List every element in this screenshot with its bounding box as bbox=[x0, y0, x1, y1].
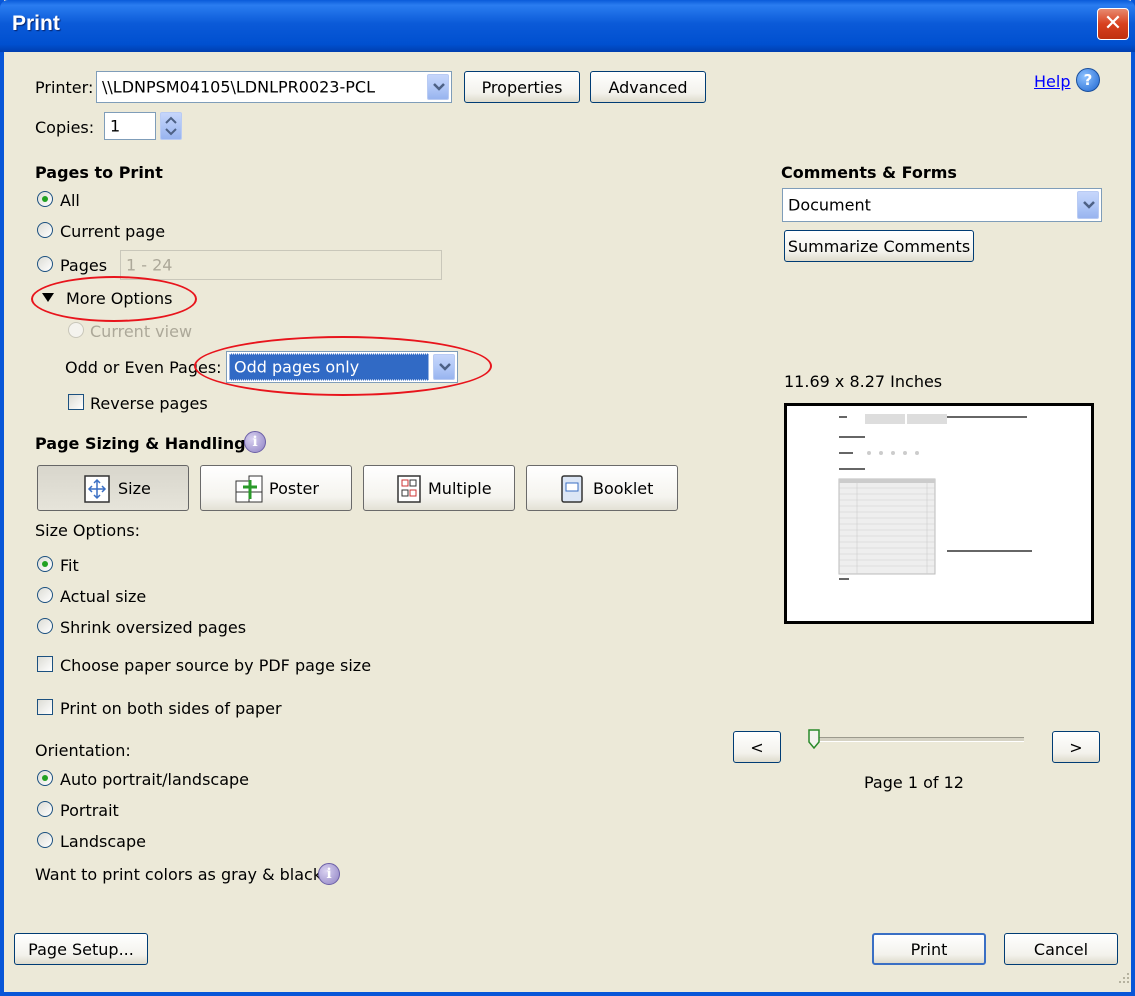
radio-actual-size-label[interactable]: Actual size bbox=[60, 587, 146, 606]
cancel-label: Cancel bbox=[1033, 939, 1089, 959]
radio-current-page[interactable] bbox=[37, 222, 53, 238]
reverse-pages-label[interactable]: Reverse pages bbox=[90, 394, 208, 413]
summarize-comments-button[interactable]: Summarize Comments bbox=[784, 230, 974, 262]
radio-shrink[interactable] bbox=[37, 618, 53, 634]
help-icon[interactable]: ? bbox=[1076, 68, 1100, 92]
sizing-heading: Page Sizing & Handling bbox=[35, 434, 246, 453]
radio-all[interactable] bbox=[37, 191, 53, 207]
close-button[interactable]: ✕ bbox=[1097, 8, 1129, 40]
pages-range-value: 1 - 24 bbox=[126, 255, 173, 275]
multiple-button[interactable]: Multiple bbox=[363, 465, 515, 511]
advanced-button[interactable]: Advanced bbox=[590, 71, 706, 103]
booklet-label: Booklet bbox=[593, 479, 654, 498]
orientation-label: Orientation: bbox=[35, 741, 131, 760]
chevron-down-icon[interactable] bbox=[427, 74, 449, 100]
properties-button[interactable]: Properties bbox=[464, 71, 580, 103]
radio-current-view[interactable] bbox=[68, 322, 84, 338]
properties-label: Properties bbox=[481, 77, 563, 97]
info-icon[interactable]: i bbox=[244, 431, 266, 453]
multiple-label: Multiple bbox=[428, 479, 492, 498]
page-setup-button[interactable]: Page Setup... bbox=[14, 933, 148, 965]
print-label: Print bbox=[910, 939, 948, 959]
gray-question: Want to print colors as gray & black? bbox=[35, 865, 331, 884]
size-options-label: Size Options: bbox=[35, 521, 141, 540]
radio-auto-orientation[interactable] bbox=[37, 770, 53, 786]
cancel-button[interactable]: Cancel bbox=[1004, 933, 1118, 965]
page-setup-label: Page Setup... bbox=[28, 939, 134, 959]
reverse-pages-checkbox[interactable] bbox=[68, 394, 84, 410]
window-title: Print bbox=[12, 12, 60, 35]
comments-forms-heading: Comments & Forms bbox=[781, 163, 957, 182]
copies-stepper[interactable] bbox=[160, 112, 182, 140]
size-icon bbox=[84, 475, 110, 503]
print-button[interactable]: Print bbox=[872, 933, 986, 965]
preview-thumbnail bbox=[838, 414, 1032, 580]
radio-auto-orientation-label[interactable]: Auto portrait/landscape bbox=[60, 770, 249, 789]
info-icon[interactable]: i bbox=[318, 863, 340, 885]
booklet-icon bbox=[561, 475, 583, 503]
comments-forms-value: Document bbox=[788, 195, 871, 215]
comments-forms-select[interactable]: Document bbox=[782, 188, 1102, 222]
poster-label: Poster bbox=[269, 479, 319, 498]
print-dialog: Print ✕ Printer: \\LDNPSM04105\LDNLPR002… bbox=[0, 0, 1135, 996]
radio-actual-size[interactable] bbox=[37, 587, 53, 603]
size-label: Size bbox=[118, 479, 151, 498]
radio-pages[interactable] bbox=[37, 256, 53, 272]
chevron-down-icon[interactable] bbox=[1077, 191, 1099, 219]
pages-range-input[interactable]: 1 - 24 bbox=[120, 250, 442, 280]
page-slider-track[interactable] bbox=[814, 737, 1024, 742]
page-dimensions: 11.69 x 8.27 Inches bbox=[784, 372, 943, 391]
both-sides-checkbox[interactable] bbox=[37, 699, 53, 715]
radio-landscape[interactable] bbox=[37, 832, 53, 848]
choose-paper-checkbox[interactable] bbox=[37, 656, 53, 672]
size-button[interactable]: Size bbox=[37, 465, 189, 511]
radio-current-view-label: Current view bbox=[90, 322, 193, 341]
page-indicator: Page 1 of 12 bbox=[864, 773, 964, 792]
choose-paper-label[interactable]: Choose paper source by PDF page size bbox=[60, 656, 371, 675]
annotation-ellipse-more-options bbox=[31, 276, 197, 322]
title-bar[interactable]: Print ✕ bbox=[0, 0, 1135, 52]
printer-value: \\LDNPSM04105\LDNLPR0023-PCL bbox=[102, 77, 375, 97]
radio-portrait[interactable] bbox=[37, 801, 53, 817]
printer-select[interactable]: \\LDNPSM04105\LDNLPR0023-PCL bbox=[96, 71, 452, 103]
radio-landscape-label[interactable]: Landscape bbox=[60, 832, 146, 851]
multiple-icon bbox=[397, 475, 421, 503]
pages-to-print-heading: Pages to Print bbox=[35, 163, 163, 182]
poster-button[interactable]: Poster bbox=[200, 465, 352, 511]
radio-pages-label[interactable]: Pages bbox=[60, 256, 107, 275]
radio-fit[interactable] bbox=[37, 556, 53, 572]
next-page-label: > bbox=[1069, 737, 1083, 757]
copies-value: 1 bbox=[110, 116, 121, 136]
resize-grip-icon[interactable] bbox=[1114, 970, 1132, 988]
radio-portrait-label[interactable]: Portrait bbox=[60, 801, 119, 820]
page-preview bbox=[784, 403, 1094, 624]
radio-current-page-label[interactable]: Current page bbox=[60, 222, 165, 241]
radio-fit-label[interactable]: Fit bbox=[60, 556, 79, 575]
copies-input[interactable]: 1 bbox=[104, 112, 156, 140]
printer-label: Printer: bbox=[35, 78, 94, 97]
booklet-button[interactable]: Booklet bbox=[526, 465, 678, 511]
copies-label: Copies: bbox=[35, 118, 95, 137]
both-sides-label[interactable]: Print on both sides of paper bbox=[60, 699, 282, 718]
page-slider-thumb[interactable] bbox=[808, 729, 820, 750]
radio-all-label[interactable]: All bbox=[60, 191, 80, 210]
radio-shrink-label[interactable]: Shrink oversized pages bbox=[60, 618, 246, 637]
prev-page-button[interactable]: < bbox=[733, 731, 781, 763]
advanced-label: Advanced bbox=[608, 77, 688, 97]
help-link[interactable]: Help bbox=[1034, 72, 1070, 91]
close-icon: ✕ bbox=[1103, 11, 1123, 36]
next-page-button[interactable]: > bbox=[1052, 731, 1100, 763]
prev-page-label: < bbox=[750, 737, 764, 757]
summarize-comments-label: Summarize Comments bbox=[787, 236, 971, 256]
annotation-ellipse-odd-even bbox=[194, 336, 492, 396]
poster-icon bbox=[235, 475, 263, 503]
